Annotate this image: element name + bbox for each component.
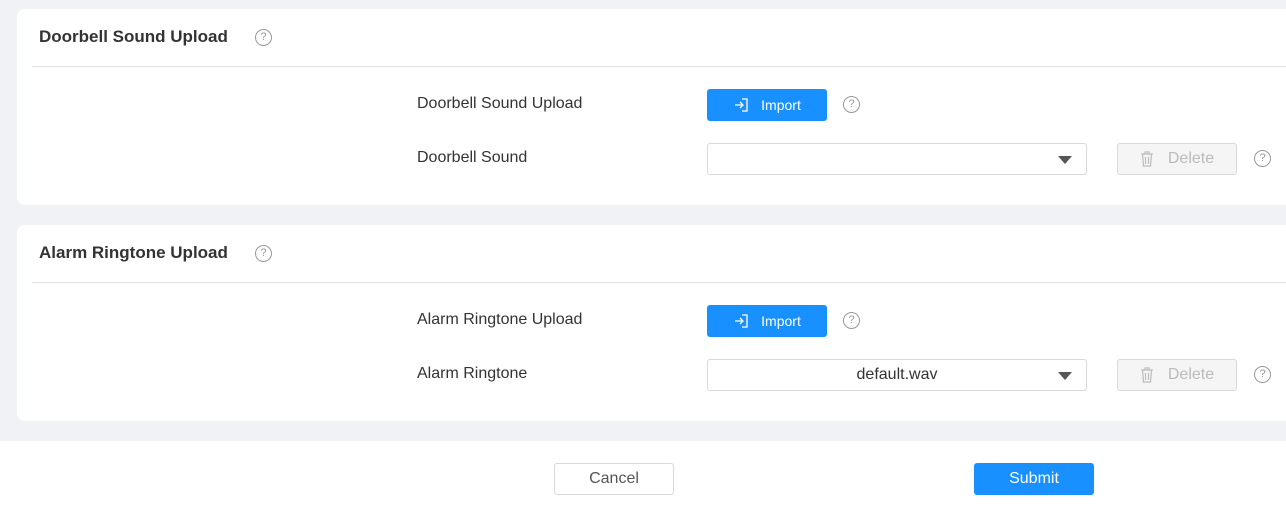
help-icon[interactable]: ? xyxy=(843,96,860,113)
chevron-down-icon xyxy=(1058,156,1072,164)
section-card: Doorbell Sound Upload ? Doorbell Sound U… xyxy=(17,9,1286,205)
section-title: Doorbell Sound Upload xyxy=(39,27,228,46)
section-card: Alarm Ringtone Upload ? Alarm Ringtone U… xyxy=(17,225,1286,421)
footer: Cancel Submit xyxy=(0,441,1286,505)
import-label: Import xyxy=(761,97,801,113)
help-icon[interactable]: ? xyxy=(255,29,272,46)
section-title: Alarm Ringtone Upload xyxy=(39,243,228,262)
import-label: Import xyxy=(761,313,801,329)
submit-button[interactable]: Submit xyxy=(974,463,1094,495)
trash-icon xyxy=(1140,151,1153,167)
divider xyxy=(32,282,1286,283)
import-icon xyxy=(735,98,748,112)
delete-label: Delete xyxy=(1167,366,1215,383)
divider xyxy=(32,66,1286,67)
help-icon[interactable]: ? xyxy=(843,312,860,329)
help-icon[interactable]: ? xyxy=(1254,150,1271,167)
help-icon[interactable]: ? xyxy=(255,245,272,262)
delete-button[interactable]: Delete xyxy=(1117,359,1237,391)
upload-label: Doorbell Sound Upload xyxy=(417,95,583,112)
chevron-down-icon xyxy=(1058,372,1072,380)
select-value: default.wav xyxy=(856,366,938,383)
trash-icon xyxy=(1140,367,1153,383)
help-icon[interactable]: ? xyxy=(1254,366,1271,383)
import-button[interactable]: Import xyxy=(707,305,827,337)
sound-select[interactable]: default.wav xyxy=(707,359,1087,391)
delete-label: Delete xyxy=(1167,150,1215,167)
select-label: Doorbell Sound xyxy=(417,149,528,166)
import-button[interactable]: Import xyxy=(707,89,827,121)
delete-button[interactable]: Delete xyxy=(1117,143,1237,175)
upload-label: Alarm Ringtone Upload xyxy=(417,311,583,328)
sound-select[interactable] xyxy=(707,143,1087,175)
select-label: Alarm Ringtone xyxy=(417,365,528,382)
cancel-button[interactable]: Cancel xyxy=(554,463,674,495)
import-icon xyxy=(735,314,748,328)
